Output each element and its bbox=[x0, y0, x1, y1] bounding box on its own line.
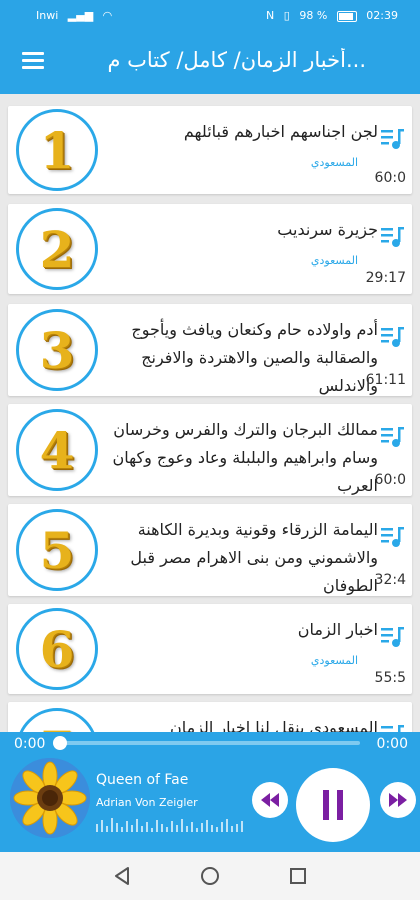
track-list-item[interactable]: 2 جزيرة سرنديب المسعودي 29:17 bbox=[8, 204, 412, 294]
page-title: أخبار الزمان/ كامل/ كتاب م... bbox=[107, 48, 366, 72]
mini-player: 0:00 0:00 Queen of Fae Adrian Von Zeigle… bbox=[0, 732, 420, 852]
episode-number: 5 bbox=[39, 520, 75, 580]
battery-icon bbox=[336, 10, 357, 22]
track-duration: 60:0 bbox=[374, 170, 406, 186]
carrier-label: Inwi bbox=[36, 9, 59, 22]
track-title: اليمامة الزرقاء وقونية وبديرة الكاهنة وا… bbox=[130, 520, 378, 595]
episode-number-badge: 1 bbox=[16, 109, 98, 191]
track-title: لجن اجناسهم اخبارهم قبائلهم bbox=[183, 122, 378, 141]
track-duration: 60:0 bbox=[374, 472, 406, 488]
episode-number-badge: 2 bbox=[16, 208, 98, 290]
episode-number-badge: 6 bbox=[16, 608, 98, 690]
total-time: 0:00 bbox=[376, 736, 408, 752]
menu-icon[interactable] bbox=[22, 52, 44, 70]
track-list-item[interactable]: 3 أدم واولاده حام وكنعان ويافث ويأجوج وال… bbox=[8, 304, 412, 396]
track-list-item[interactable]: 6 اخبار الزمان المسعودي 55:5 bbox=[8, 604, 412, 694]
recents-icon[interactable] bbox=[286, 864, 310, 888]
playlist-music-icon bbox=[381, 527, 404, 547]
track-duration: 61:11 bbox=[365, 372, 406, 388]
episode-number-badge: 4 bbox=[16, 409, 98, 491]
episode-number: 3 bbox=[39, 320, 75, 380]
seek-bar[interactable] bbox=[53, 736, 360, 750]
playlist-music-icon bbox=[381, 427, 404, 447]
rewind-icon bbox=[261, 793, 279, 807]
fast-forward-icon bbox=[389, 793, 407, 807]
vibrate-icon: ▯ bbox=[283, 9, 290, 22]
status-bar: Inwi ▂▄▆ ◠ N ▯ 98 % 02:39 bbox=[0, 0, 420, 30]
playlist-music-icon bbox=[381, 327, 404, 347]
signal-icon: ▂▄▆ bbox=[67, 9, 94, 22]
song-title: Queen of Fae bbox=[96, 772, 189, 788]
track-list[interactable]: 1 لجن اجناسهم اخبارهم قبائلهم المسعودي 60:0… bbox=[0, 98, 420, 732]
artist-name: Adrian Von Zeigler bbox=[96, 796, 198, 809]
wifi-icon: ◠ bbox=[102, 9, 113, 22]
track-list-item[interactable]: 5 اليمامة الزرقاء وقونية وبديرة الكاهنة و… bbox=[8, 504, 412, 596]
track-author: المسعودي bbox=[310, 254, 358, 267]
playlist-music-icon bbox=[381, 129, 404, 149]
episode-number-badge: 3 bbox=[16, 309, 98, 391]
track-list-item[interactable]: 4 ممالك البرجان والترك والفرس وخرسان وسام… bbox=[8, 404, 412, 496]
episode-number: 2 bbox=[39, 219, 75, 279]
track-list-item[interactable]: 7 المسعودي ينقل لنا اخبار الزمان bbox=[8, 702, 412, 732]
playlist-music-icon bbox=[381, 725, 404, 732]
forward-button[interactable] bbox=[380, 782, 416, 818]
episode-number-badge: 5 bbox=[16, 509, 98, 591]
nfc-icon: N bbox=[266, 9, 275, 22]
track-title: اخبار الزمان bbox=[297, 620, 378, 639]
back-icon[interactable] bbox=[110, 864, 134, 888]
track-title: أدم واولاده حام وكنعان ويافث ويأجوج والص… bbox=[131, 320, 378, 395]
playlist-music-icon bbox=[381, 627, 404, 647]
rewind-button[interactable] bbox=[252, 782, 288, 818]
playlist-music-icon bbox=[381, 227, 404, 247]
album-art[interactable] bbox=[10, 758, 90, 838]
pause-button[interactable] bbox=[296, 768, 370, 842]
track-title: ممالك البرجان والترك والفرس وخرسان وسام … bbox=[112, 420, 378, 495]
app-bar: أخبار الزمان/ كامل/ كتاب م... bbox=[0, 30, 420, 94]
episode-number: 4 bbox=[39, 420, 75, 480]
episode-number: 6 bbox=[39, 619, 75, 679]
track-duration: 32:4 bbox=[374, 572, 406, 588]
track-duration: 55:5 bbox=[374, 670, 406, 686]
track-list-item[interactable]: 1 لجن اجناسهم اخبارهم قبائلهم المسعودي 60:0 bbox=[8, 106, 412, 194]
episode-number: 1 bbox=[39, 120, 75, 180]
track-duration: 29:17 bbox=[365, 270, 406, 286]
clock: 02:39 bbox=[366, 9, 398, 22]
home-icon[interactable] bbox=[198, 864, 222, 888]
pause-icon bbox=[323, 790, 343, 820]
track-author: المسعودي bbox=[310, 654, 358, 667]
track-title: المسعودي ينقل لنا اخبار الزمان bbox=[170, 718, 378, 732]
sunflower-image bbox=[10, 758, 90, 838]
episode-number: 7 bbox=[40, 720, 75, 733]
seek-knob[interactable] bbox=[53, 736, 67, 750]
battery-label: 98 % bbox=[299, 9, 328, 22]
system-nav-bar bbox=[0, 852, 420, 900]
elapsed-time: 0:00 bbox=[14, 736, 46, 752]
episode-number-badge: 7 bbox=[16, 708, 98, 732]
track-title: جزيرة سرنديب bbox=[277, 220, 378, 239]
track-author: المسعودي bbox=[310, 156, 358, 169]
waveform-icon bbox=[96, 818, 243, 832]
